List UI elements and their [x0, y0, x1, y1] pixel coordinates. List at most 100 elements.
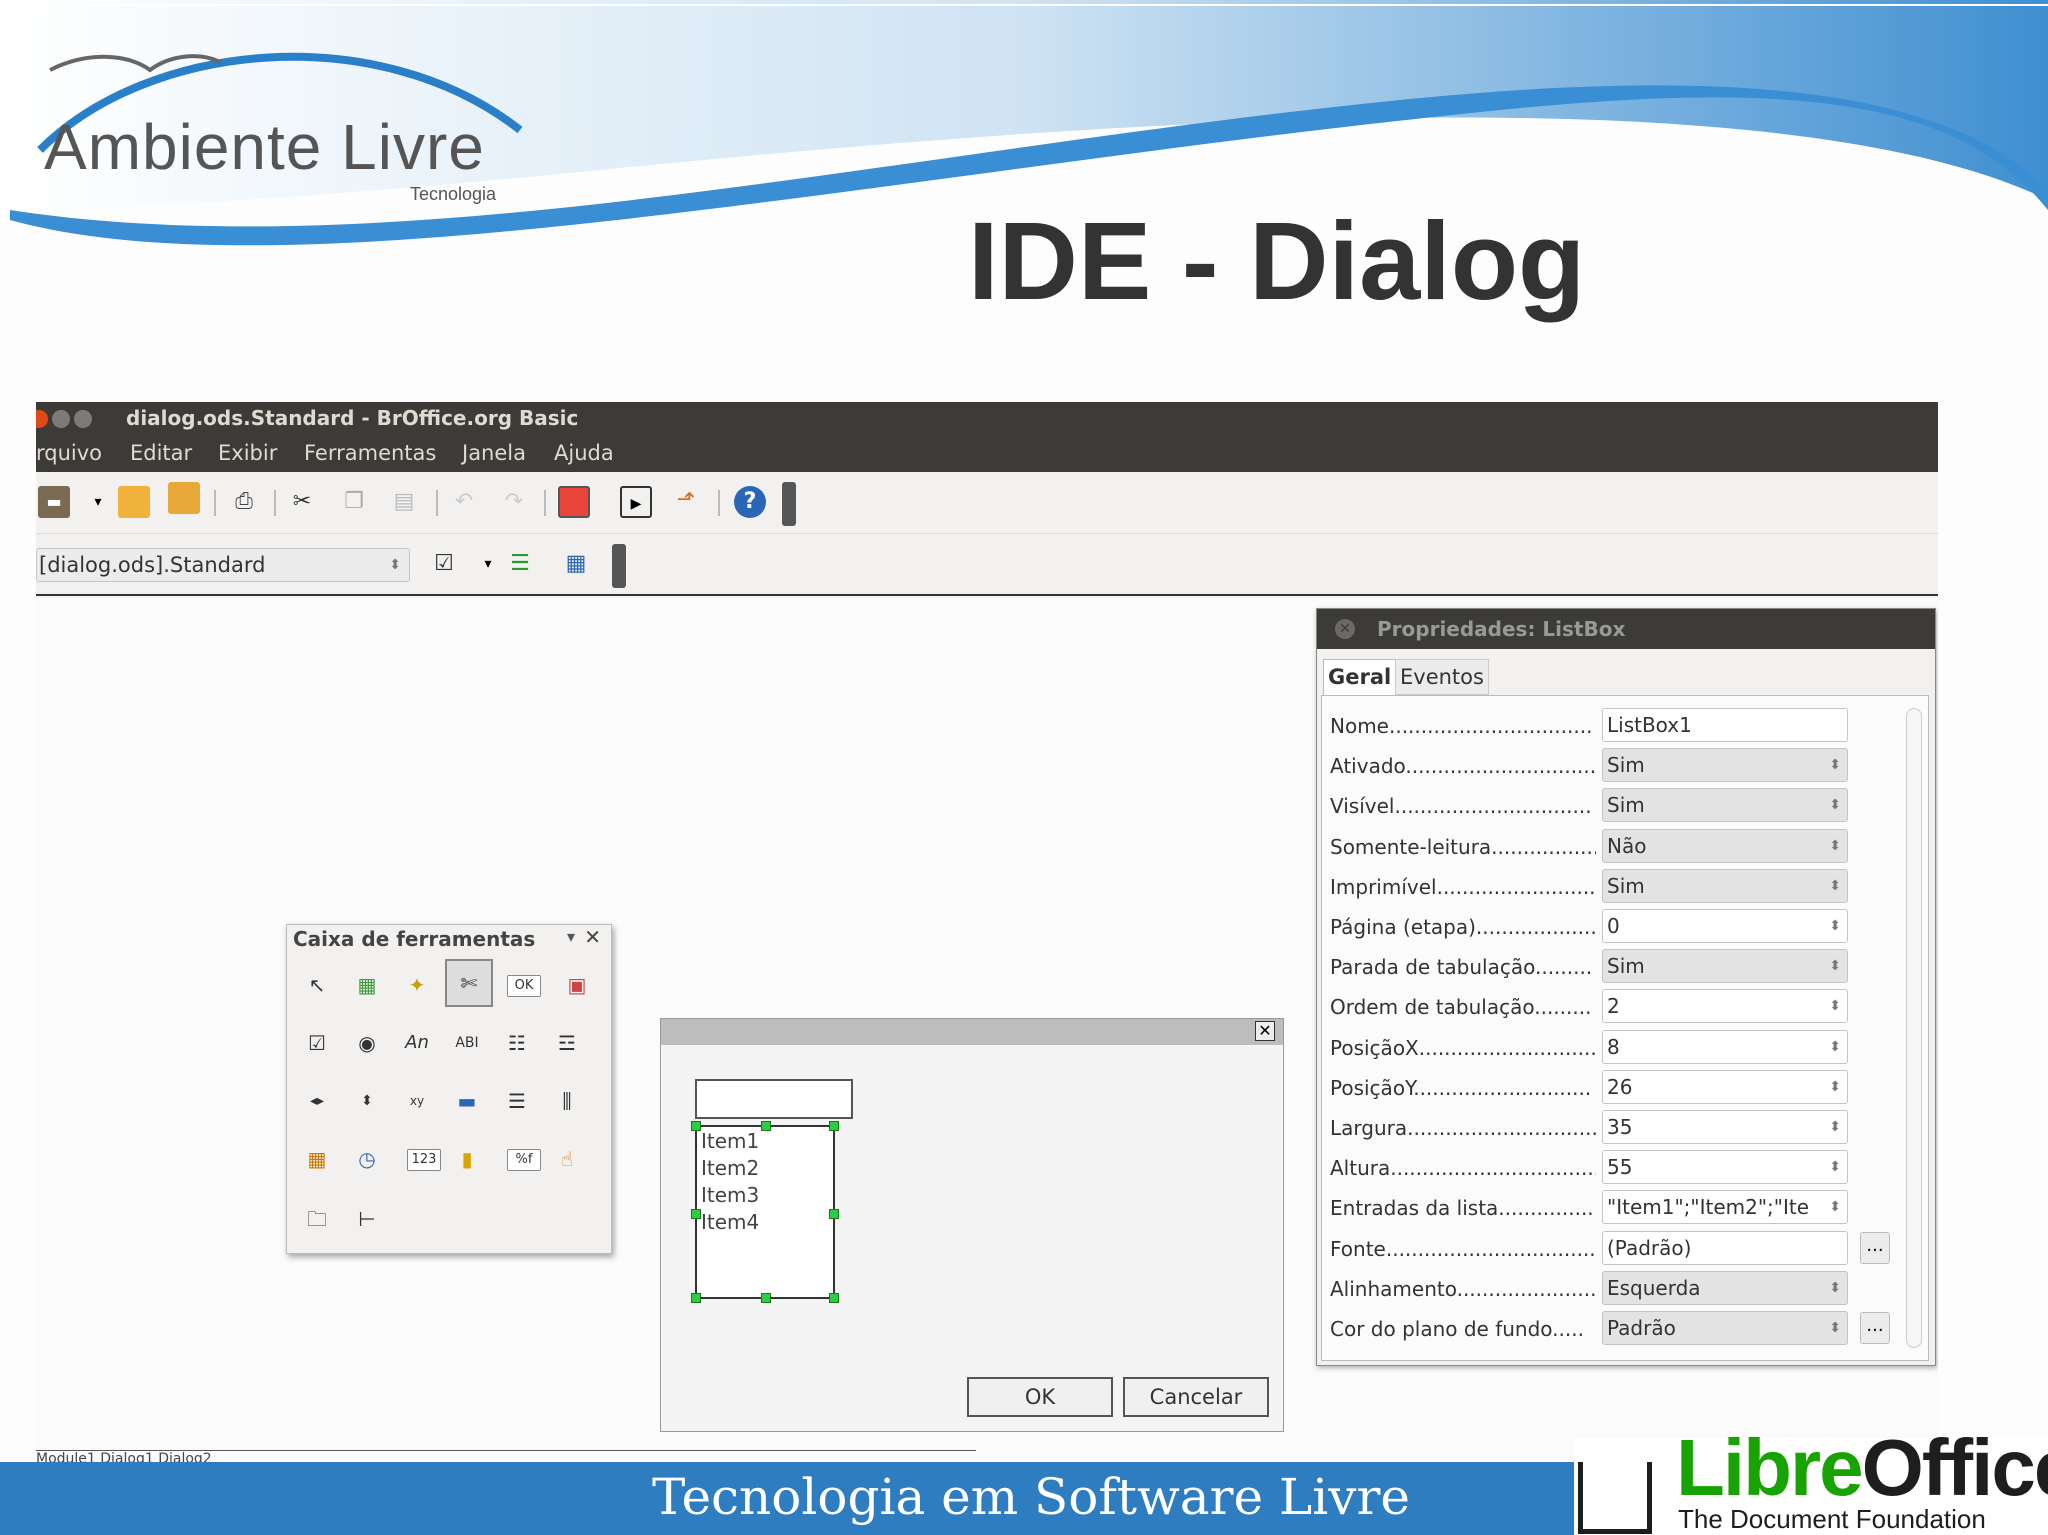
select-macro-icon[interactable]: ⬏	[670, 484, 702, 516]
dialog-list-box[interactable]: Item1 Item2 Item3 Item4	[691, 1121, 839, 1303]
spin-arrows-icon[interactable]: ⬍	[1829, 1071, 1841, 1103]
print-icon[interactable]: ⎙	[228, 486, 260, 518]
spin-arrows-icon[interactable]: ⬍	[1829, 1031, 1841, 1063]
property-field[interactable]: 2 ⬍	[1602, 989, 1848, 1024]
property-field[interactable]: "Item1";"Item2";"Ite ⬍	[1602, 1190, 1848, 1225]
property-field[interactable]: Não ⬍	[1602, 828, 1848, 863]
window-minimize-button[interactable]	[52, 410, 70, 428]
cancel-button[interactable]: Cancelar	[1123, 1377, 1269, 1417]
push-button-icon[interactable]: OK	[507, 975, 541, 997]
dropdown-arrow-icon[interactable]: ▾	[472, 548, 504, 580]
toolbox-menu-icon[interactable]: ▾	[567, 927, 575, 946]
property-field[interactable]: Esquerda ⬍	[1602, 1270, 1848, 1305]
numeric-field-icon[interactable]: 123	[407, 1149, 441, 1171]
date-field-icon[interactable]: ▦	[295, 1137, 339, 1181]
cut-icon[interactable]: ✂	[286, 486, 318, 518]
save-document-icon[interactable]	[168, 482, 200, 514]
progress-bar-icon[interactable]: ▬	[445, 1079, 489, 1123]
horizontal-scrollbar-icon[interactable]: ◂▸	[295, 1079, 339, 1123]
redo-icon[interactable]: ↷	[498, 486, 530, 518]
property-field[interactable]: 26 ⬍	[1602, 1069, 1848, 1104]
property-field[interactable]: Sim ⬍	[1602, 949, 1848, 984]
paste-icon[interactable]: ▤	[388, 486, 420, 518]
controls-toolbox-icon[interactable]: ☑	[428, 548, 460, 580]
spin-arrows-icon[interactable]: ⬍	[1829, 749, 1841, 781]
spin-arrows-icon[interactable]: ⬍	[1829, 990, 1841, 1022]
spin-arrows-icon[interactable]: ⬍	[1829, 910, 1841, 942]
option-button-icon[interactable]: ◉	[345, 1021, 389, 1065]
spin-arrows-icon[interactable]: ⬍	[1829, 950, 1841, 982]
menu-arquivo[interactable]: rquivo	[36, 434, 102, 472]
spin-arrows-icon[interactable]: ⬍	[1829, 1151, 1841, 1183]
dropdown-arrow-icon[interactable]: ▾	[82, 486, 114, 518]
library-select[interactable]: [dialog.ods].Standard ⬍	[36, 548, 410, 582]
tab-eventos[interactable]: Eventos	[1395, 659, 1489, 695]
save-icon[interactable]: ▬	[38, 486, 70, 518]
properties-scrollbar[interactable]	[1906, 708, 1922, 1348]
spin-arrows-icon[interactable]: ⬍	[1829, 830, 1841, 862]
resize-handle[interactable]	[691, 1209, 701, 1219]
menu-editar[interactable]: Editar	[130, 434, 192, 472]
image-control-icon[interactable]: ▣	[555, 963, 599, 1007]
property-field[interactable]: Sim ⬍	[1602, 748, 1848, 783]
resize-handle[interactable]	[761, 1293, 771, 1303]
menu-ferramentas[interactable]: Ferramentas	[304, 434, 436, 472]
dialog-text-field[interactable]	[695, 1079, 853, 1119]
resize-handle[interactable]	[829, 1209, 839, 1219]
combo-box-icon[interactable]: ☲	[545, 1021, 589, 1065]
resize-handle[interactable]	[761, 1121, 771, 1131]
text-box-icon[interactable]: ABI	[445, 1021, 489, 1065]
toolbar-overflow-icon[interactable]	[782, 482, 796, 526]
group-box-icon[interactable]: xy	[395, 1079, 439, 1123]
file-selection-icon[interactable]: 🗀	[295, 1197, 339, 1241]
currency-field-icon[interactable]: ▮	[445, 1137, 489, 1181]
design-mode-icon[interactable]: ✄	[445, 959, 493, 1007]
spin-arrows-icon[interactable]: ⬍	[1829, 870, 1841, 902]
toolbox-close-icon[interactable]: ✕	[584, 925, 601, 949]
spin-arrows-icon[interactable]: ⬍	[1829, 789, 1841, 821]
property-field[interactable]: Sim ⬍	[1602, 788, 1848, 823]
resize-handle[interactable]	[691, 1293, 701, 1303]
ellipsis-button[interactable]: ...	[1860, 1231, 1890, 1264]
object-catalog-icon[interactable]	[558, 486, 590, 518]
window-maximize-button[interactable]	[74, 410, 92, 428]
resize-handle[interactable]	[691, 1121, 701, 1131]
pattern-field-icon[interactable]: %f	[507, 1149, 541, 1171]
time-field-icon[interactable]: ◷	[345, 1137, 389, 1181]
insert-dialog-icon[interactable]: ▦	[560, 548, 592, 580]
property-field[interactable]: (Padrão)	[1602, 1230, 1848, 1265]
property-field[interactable]: Sim ⬍	[1602, 868, 1848, 903]
check-box-icon[interactable]: ☑	[295, 1021, 339, 1065]
form-navigator-icon[interactable]: ▦	[345, 963, 389, 1007]
window-close-button[interactable]	[36, 410, 48, 428]
resize-handle[interactable]	[829, 1293, 839, 1303]
menu-exibir[interactable]: Exibir	[218, 434, 277, 472]
toolbar-overflow-icon[interactable]	[612, 544, 626, 588]
undo-icon[interactable]: ↶	[448, 486, 480, 518]
insert-source-icon[interactable]: ☰	[504, 548, 536, 580]
resize-handle[interactable]	[829, 1121, 839, 1131]
formatted-field-icon[interactable]: ☝	[545, 1137, 589, 1181]
property-field[interactable]: 8 ⬍	[1602, 1029, 1848, 1064]
ok-button[interactable]: OK	[967, 1377, 1113, 1417]
property-field[interactable]: ListBox1	[1602, 708, 1848, 742]
property-field[interactable]: Padrão ⬍	[1602, 1311, 1848, 1345]
property-field[interactable]: 55 ⬍	[1602, 1150, 1848, 1185]
spin-arrows-icon[interactable]: ⬍	[1829, 1312, 1841, 1344]
spin-arrows-icon[interactable]: ⬍	[1829, 1111, 1841, 1143]
activate-test-mode-icon[interactable]: ✦	[395, 963, 439, 1007]
tree-control-icon[interactable]: ⊢	[345, 1197, 389, 1241]
menu-janela[interactable]: Janela	[462, 434, 526, 472]
label-field-icon[interactable]: An	[395, 1021, 439, 1065]
menu-ajuda[interactable]: Ajuda	[554, 434, 614, 472]
ellipsis-button[interactable]: ...	[1860, 1312, 1890, 1344]
property-field[interactable]: 0 ⬍	[1602, 909, 1848, 943]
close-icon[interactable]: ✕	[1255, 1021, 1275, 1041]
property-field[interactable]: 35 ⬍	[1602, 1110, 1848, 1144]
tab-geral[interactable]: Geral	[1323, 659, 1397, 695]
help-icon[interactable]: ?	[734, 486, 766, 518]
run-basic-icon[interactable]: ▶	[620, 486, 652, 518]
copy-icon[interactable]: ❐	[338, 486, 370, 518]
open-folder-icon[interactable]	[118, 486, 150, 518]
select-pointer-icon[interactable]: ↖	[295, 963, 339, 1007]
